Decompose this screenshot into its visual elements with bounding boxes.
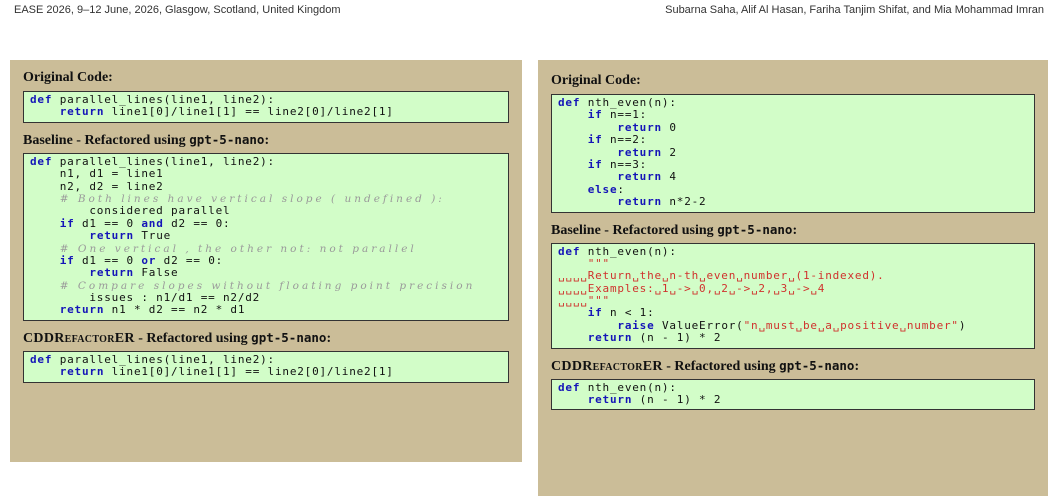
example-panel-right: Original Code: def nth_even(n): if n==1:… [538, 60, 1048, 496]
code-line: n2, d2 = line2 [30, 179, 164, 193]
code-line: return 4 [617, 170, 677, 184]
cdd-title-prefix: - Refactored using [134, 330, 252, 346]
example-panel-left: Original Code: def parallel_lines(line1,… [10, 60, 522, 462]
baseline-code-block: def nth_even(n): """ ␣␣␣␣Return␣the␣n-th␣… [551, 242, 1035, 349]
cdd-model-name: gpt-5-nano [779, 357, 855, 373]
code-line: return line1[0]/line1[1] == line2[0]/lin… [59, 365, 394, 379]
code-line: return True [89, 229, 172, 243]
running-header-left: EASE 2026, 9–12 June, 2026, Glasgow, Sco… [14, 4, 341, 16]
original-code-title: Original Code: [551, 73, 641, 88]
cdd-model-name: gpt-5-nano [251, 329, 327, 345]
cdd-code-block: def nth_even(n): return (n - 1) * 2 [551, 378, 1035, 411]
code-line: return line1[0]/line1[1] == line2[0]/lin… [59, 105, 394, 119]
code-line: def nth_even(n): [558, 244, 677, 258]
code-line: return False [89, 266, 179, 280]
cdd-title-suffix: : [326, 330, 332, 346]
code-line: return (n - 1) * 2 [587, 393, 722, 407]
original-code-title: Original Code: [23, 70, 113, 85]
code-line: ␣␣␣␣Examples:␣1␣->␣0,␣2␣->␣2,␣3␣->␣4 [558, 281, 826, 295]
baseline-title-suffix: : [264, 132, 270, 148]
baseline-title-prefix: Baseline - Refactored using [23, 132, 190, 148]
code-line: return n*2-2 [617, 195, 707, 209]
code-line: return (n - 1) * 2 [587, 331, 722, 345]
cdd-code-block: def parallel_lines(line1, line2): return… [23, 350, 509, 383]
original-code-block: def parallel_lines(line1, line2): return… [23, 91, 509, 123]
baseline-title: Baseline - Refactored using gpt-5-nano: [23, 129, 509, 151]
original-code-block: def nth_even(n): if n==1: return 0 if n=… [551, 94, 1035, 213]
cdd-tool-name: CDDRefactorER [551, 358, 663, 374]
code-line: considered parallel [30, 204, 231, 218]
code-line: n1, d1 = line1 [30, 167, 164, 181]
baseline-model-name: gpt-5-nano [189, 131, 265, 147]
baseline-title: Baseline - Refactored using gpt-5-nano: [551, 219, 1035, 241]
baseline-title-suffix: : [792, 222, 798, 238]
running-header-right: Subarna Saha, Alif Al Hasan, Fariha Tanj… [665, 4, 1044, 16]
cdd-title-suffix: : [854, 358, 860, 374]
baseline-code-block: def parallel_lines(line1, line2): n1, d1… [23, 152, 509, 321]
code-line: return n1 * d2 == n2 * d1 [59, 303, 246, 317]
baseline-title-prefix: Baseline - Refactored using [551, 222, 718, 238]
baseline-model-name: gpt-5-nano [717, 221, 793, 237]
cdd-title-prefix: - Refactored using [662, 358, 780, 374]
cdd-title: CDDRefactorER - Refactored using gpt-5-n… [23, 327, 509, 349]
cdd-tool-name: CDDRefactorER [23, 330, 135, 346]
cdd-title: CDDRefactorER - Refactored using gpt-5-n… [551, 355, 1035, 377]
